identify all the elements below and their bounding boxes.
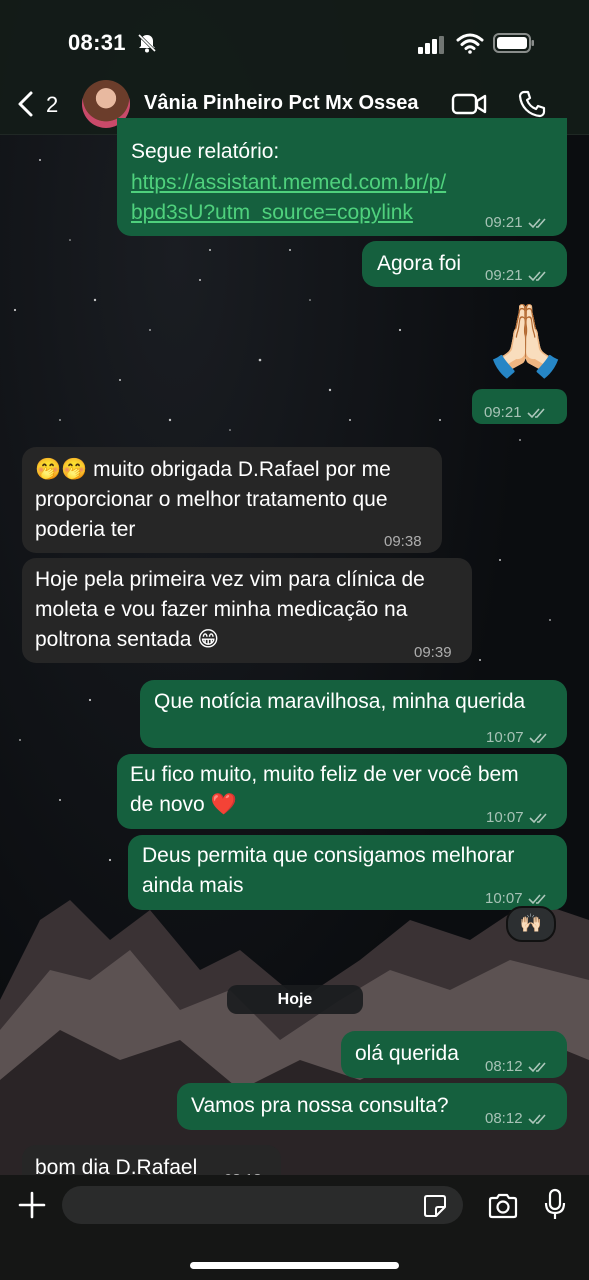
silent-bell-icon [137,33,157,53]
read-receipt-icon [527,1062,546,1073]
message-meta: 08:12 [485,1052,550,1082]
read-receipt-icon [527,894,546,905]
status-time: 08:31 [68,30,126,55]
message-meta: 10:07 [486,803,551,833]
message-time: 09:39 [414,644,452,661]
message-time: 09:21 [485,267,523,284]
message-outgoing[interactable]: olá querida 08:12 [341,1031,567,1078]
message-text: proporcionar o melhor tratamento que [35,488,388,511]
read-receipt-icon [527,218,546,229]
battery-icon [493,33,534,53]
message-text: Que notícia maravilhosa, minha querida [154,690,526,713]
read-receipt-icon [526,408,545,419]
message-meta: 09:21 [484,398,549,428]
message-time: 08:12 [485,1110,523,1127]
message-outgoing[interactable]: Vamos pra nossa consulta? 08:12 [177,1083,567,1130]
message-outgoing[interactable]: Deus permita que consigamos melhorar ain… [128,835,567,910]
message-outgoing[interactable]: Eu fico muito, muito feliz de ver você b… [117,754,567,829]
sticker-icon[interactable] [422,1193,448,1219]
contact-name[interactable]: Vânia Pinheiro Pct Mx Ossea [144,92,419,115]
message-incoming[interactable]: 🤭🤭 muito obrigada D.Rafael por me propor… [22,447,442,553]
message-link[interactable]: https://assistant.memed.com.br/p/ [131,168,446,198]
read-receipt-icon [527,1114,546,1125]
status-bar: 08:31 [0,0,589,88]
message-text: moleta e vou fazer minha medicação na [35,598,408,621]
message-link[interactable]: bpd3sU?utm_source=copylink [131,198,413,228]
message-meta: 08:12 [485,1104,550,1134]
message-text: Deus permita que consigamos melhorar [142,844,515,867]
cellular-signal-icon [418,36,444,54]
video-call-icon[interactable] [451,92,487,116]
message-time-chip: 09:21 [472,389,567,424]
message-outgoing[interactable]: Agora foi 09:21 [362,241,567,287]
unread-count[interactable]: 2 [46,92,58,118]
message-text: Segue relatório: [131,140,280,163]
message-text: Agora foi [377,252,462,275]
read-receipt-icon [527,271,546,282]
message-text: de novo ❤️ [130,793,237,816]
read-receipt-icon [528,733,547,744]
message-text: poltrona sentada 😁 [35,628,220,651]
message-meta: 10:07 [486,723,551,753]
message-time: 10:07 [486,809,524,826]
message-meta: 09:21 [485,208,550,238]
home-indicator [190,1262,399,1269]
date-separator: Hoje [227,985,363,1014]
emoji-message[interactable]: 🙏🏻 [482,296,569,384]
reaction-badge[interactable]: 🙌🏻 [506,906,556,942]
read-receipt-icon [528,813,547,824]
chat-header: 08:31 2 Vânia Pinheiro Pct Mx Ossea [0,0,589,135]
microphone-icon[interactable] [543,1188,567,1222]
message-text: ainda mais [142,874,244,897]
message-incoming[interactable]: Hoje pela primeira vez vim para clínica … [22,558,472,663]
message-text: 🤭🤭 muito obrigada D.Rafael por me [35,458,391,481]
mountains-wallpaper [0,900,589,1180]
message-text: Vamos pra nossa consulta? [191,1094,449,1117]
message-input[interactable] [62,1186,463,1224]
message-time: 09:21 [485,214,523,231]
message-outgoing[interactable]: Que notícia maravilhosa, minha querida 1… [140,680,567,748]
back-chevron-icon[interactable] [14,90,38,118]
camera-icon[interactable] [487,1192,519,1220]
message-text: olá querida [355,1042,459,1065]
message-time: 09:38 [384,533,422,550]
message-text: poderia ter [35,518,136,541]
message-time: 08:12 [485,1058,523,1075]
message-meta: 09:21 [485,261,550,291]
message-time: 09:21 [484,404,522,421]
voice-call-icon[interactable] [517,89,547,119]
message-outgoing[interactable]: Segue relatório: https://assistant.memed… [117,118,567,236]
message-time: 10:07 [486,729,524,746]
plus-icon[interactable] [17,1190,47,1220]
message-text: Hoje pela primeira vez vim para clínica … [35,568,425,591]
message-text: Eu fico muito, muito feliz de ver você b… [130,763,519,786]
wifi-icon [456,33,484,54]
